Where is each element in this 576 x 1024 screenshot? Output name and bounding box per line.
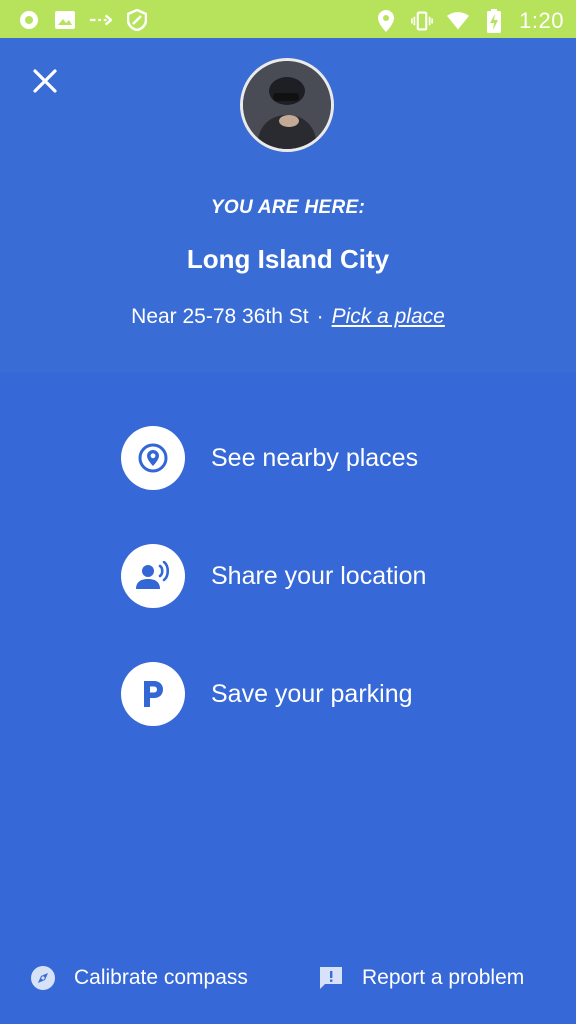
status-bar: 1:20 xyxy=(0,0,576,38)
separator-dot: · xyxy=(316,305,324,328)
see-nearby-places-label: See nearby places xyxy=(211,443,419,472)
calibrate-compass-label: Calibrate compass xyxy=(74,966,248,989)
parking-icon-circle xyxy=(121,662,185,726)
calibrate-compass-button[interactable]: Calibrate compass xyxy=(30,965,248,991)
vibrate-icon xyxy=(411,10,434,32)
close-icon xyxy=(33,69,57,93)
settings-icon xyxy=(18,9,40,31)
share-icon-circle xyxy=(121,544,185,608)
report-a-problem-label: Report a problem xyxy=(362,966,525,989)
save-your-parking-label: Save your parking xyxy=(211,679,413,708)
place-pin-icon xyxy=(138,443,168,473)
data-saver-icon xyxy=(90,9,112,31)
near-address-line: Near 25-78 36th St · Pick a place xyxy=(0,305,576,329)
near-address: Near 25-78 36th St xyxy=(131,305,309,328)
share-location-icon xyxy=(136,561,170,589)
nearby-icon-circle xyxy=(121,426,185,490)
report-a-problem-button[interactable]: Report a problem xyxy=(318,965,524,991)
you-are-here-label: YOU ARE HERE: xyxy=(210,197,366,218)
compass-icon xyxy=(30,965,56,991)
feedback-icon xyxy=(318,965,344,991)
avatar[interactable] xyxy=(240,58,334,152)
location-icon xyxy=(375,10,397,32)
place-title: Long Island City xyxy=(186,244,390,274)
share-your-location-label: Share your location xyxy=(211,561,427,590)
pick-a-place-link[interactable]: Pick a place xyxy=(332,305,445,328)
status-time: 1:20 xyxy=(519,8,564,33)
parking-icon xyxy=(144,681,163,707)
wifi-icon xyxy=(447,10,470,32)
status-left-icons xyxy=(18,9,148,31)
save-your-parking-button[interactable]: Save your parking xyxy=(121,662,413,726)
image-icon xyxy=(54,9,76,31)
avatar-image xyxy=(243,61,331,149)
battery-charging-icon xyxy=(483,9,505,33)
share-your-location-button[interactable]: Share your location xyxy=(121,544,426,608)
see-nearby-places-button[interactable]: See nearby places xyxy=(121,426,418,490)
close-button[interactable] xyxy=(28,64,62,98)
status-right-icons: 1:20 xyxy=(375,8,564,34)
vpn-icon xyxy=(126,9,148,31)
